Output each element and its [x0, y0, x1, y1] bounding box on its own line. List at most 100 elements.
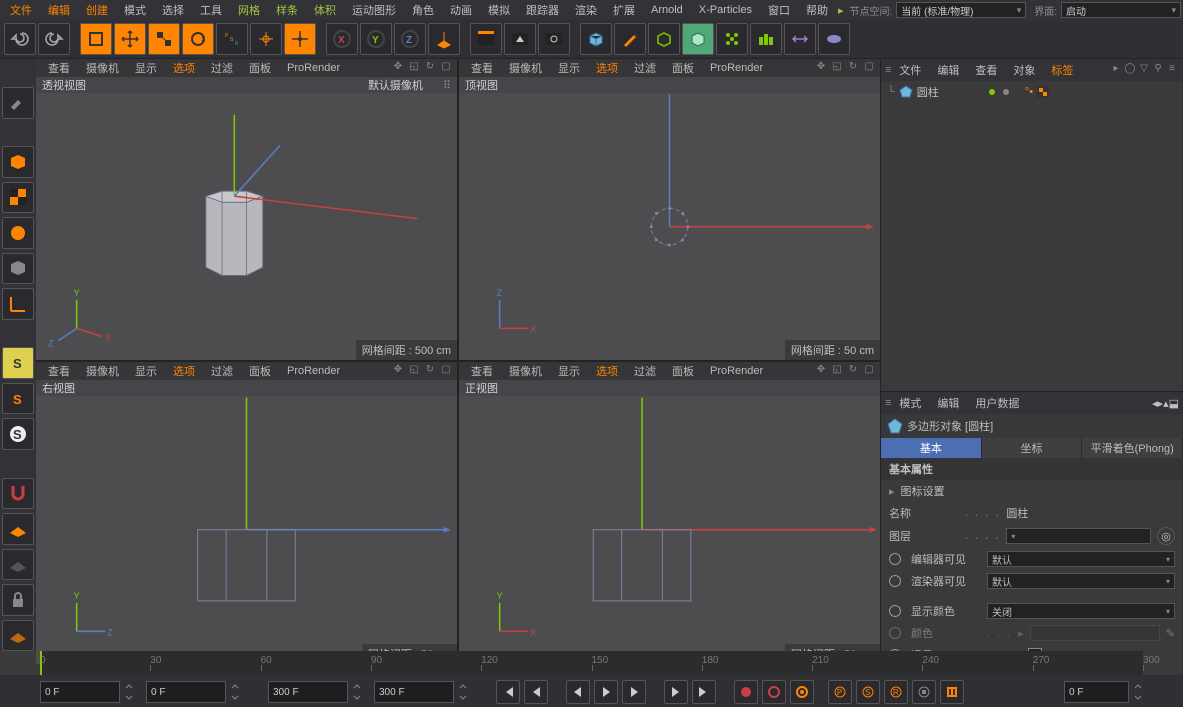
menu-arnold[interactable]: Arnold: [643, 2, 691, 18]
coord-system-button[interactable]: [428, 23, 460, 55]
vp-filter[interactable]: 过滤: [203, 58, 241, 78]
workplane-mode-button[interactable]: [2, 217, 34, 249]
vis-editor-icon[interactable]: [987, 87, 997, 97]
attr-icon-settings[interactable]: ▸图标设置: [881, 480, 1183, 502]
select-tool[interactable]: [80, 23, 112, 55]
step-back-button[interactable]: [566, 680, 590, 704]
am-mode[interactable]: 模式: [891, 393, 929, 413]
vp0-opts-icon[interactable]: ⠿: [443, 79, 451, 92]
vp-options[interactable]: 选项: [165, 58, 203, 78]
record-button[interactable]: [734, 680, 758, 704]
key-param-button[interactable]: [912, 680, 936, 704]
phong-tag-icon[interactable]: [1037, 86, 1049, 98]
scale-tool[interactable]: [148, 23, 180, 55]
menu-spline[interactable]: 样条: [268, 0, 306, 20]
prev-key-button[interactable]: [524, 680, 548, 704]
menu-window[interactable]: 窗口: [760, 0, 798, 20]
goto-start-button[interactable]: [496, 680, 520, 704]
op-view[interactable]: 查看: [967, 60, 1005, 80]
workplane-button[interactable]: [2, 513, 34, 545]
object-tree[interactable]: └ 圆柱 °•: [881, 81, 1183, 392]
end2-frame-field[interactable]: 300 F: [374, 681, 454, 703]
cloner-button[interactable]: [716, 23, 748, 55]
render-picture-button[interactable]: [504, 23, 536, 55]
rotate-tool[interactable]: [182, 23, 214, 55]
workplane2-button[interactable]: [2, 549, 34, 581]
vp-view[interactable]: 查看: [40, 58, 78, 78]
axis-mode-button[interactable]: [2, 288, 34, 320]
menu-tools[interactable]: 工具: [192, 0, 230, 20]
menu-xparticles[interactable]: X-Particles: [691, 2, 760, 18]
play-button[interactable]: [594, 680, 618, 704]
attr-layer-field[interactable]: [1006, 528, 1151, 544]
vp-max-icon[interactable]: ▢: [439, 61, 453, 75]
node-space-select[interactable]: 当前 (标准/物理): [896, 2, 1026, 18]
next-key-button[interactable]: [664, 680, 688, 704]
am-userdata[interactable]: 用户数据: [967, 393, 1027, 413]
vp-display[interactable]: 显示: [127, 58, 165, 78]
vis-render-icon[interactable]: [1001, 87, 1011, 97]
attr-tab-phong[interactable]: 平滑着色(Phong): [1082, 438, 1183, 458]
deformer-button[interactable]: [750, 23, 782, 55]
op-edit[interactable]: 编辑: [929, 60, 967, 80]
key-pla-button[interactable]: [940, 680, 964, 704]
timeline-ruler[interactable]: 0306090120150180210240270300: [40, 651, 1143, 675]
axis-y-button[interactable]: Y: [360, 23, 392, 55]
op-tags[interactable]: 标签: [1043, 60, 1081, 80]
end-frame-field[interactable]: 300 F: [268, 681, 348, 703]
radio-icon[interactable]: [889, 575, 901, 587]
vp-rotate-icon[interactable]: ↻: [423, 61, 437, 75]
eyedropper-icon[interactable]: ✎: [1166, 627, 1175, 640]
stepper-icon[interactable]: [230, 682, 240, 702]
key-pos-button[interactable]: P: [828, 680, 852, 704]
current-frame-field[interactable]: 0 F: [146, 681, 226, 703]
keyframe-sel-button[interactable]: [790, 680, 814, 704]
vp2-canvas[interactable]: YZ 网格间距 : 50 cm: [36, 396, 457, 663]
stepper-icon[interactable]: [458, 682, 468, 702]
polygon-mode-button[interactable]: S: [2, 418, 34, 450]
snap-settings-button[interactable]: [2, 620, 34, 652]
play-button-icon[interactable]: ▸: [836, 4, 846, 17]
undo-button[interactable]: [4, 23, 36, 55]
menu-tracker[interactable]: 跟踪器: [518, 0, 567, 20]
eye-icon[interactable]: ◯: [1123, 63, 1137, 77]
stepper-icon[interactable]: [352, 682, 362, 702]
vp3-canvas[interactable]: YX 网格间距 : 50 cm: [459, 396, 880, 663]
stepper-icon[interactable]: [1133, 682, 1143, 702]
axis-center-tool[interactable]: [284, 23, 316, 55]
attr-tab-coord[interactable]: 坐标: [982, 438, 1083, 458]
attr-vise-select[interactable]: 默认: [987, 551, 1175, 567]
menu-volume[interactable]: 体积: [306, 0, 344, 20]
magnet-button[interactable]: [2, 478, 34, 510]
point-mode-button[interactable]: S: [2, 347, 34, 379]
op-object[interactable]: 对象: [1005, 60, 1043, 80]
bend-button[interactable]: [818, 23, 850, 55]
filter-icon[interactable]: ▽: [1137, 63, 1151, 77]
menu-create[interactable]: 创建: [78, 0, 116, 20]
model-mode-button[interactable]: [2, 146, 34, 178]
start-frame-field[interactable]: 0 F: [40, 681, 120, 703]
menu-animate[interactable]: 动画: [442, 0, 480, 20]
vp0-canvas[interactable]: Y X Z 网格间距 : 500 cm: [36, 93, 457, 360]
menu-edit[interactable]: 编辑: [40, 0, 78, 20]
lock-button[interactable]: [2, 584, 34, 616]
arrow-icon[interactable]: ▸: [1109, 63, 1123, 77]
make-editable-button[interactable]: [2, 87, 34, 119]
camera-light-button[interactable]: [784, 23, 816, 55]
vp-prorender[interactable]: ProRender: [279, 60, 348, 76]
menu-mode[interactable]: 模式: [116, 0, 154, 20]
attr-visr-select[interactable]: 默认: [987, 573, 1175, 589]
menu-select[interactable]: 选择: [154, 0, 192, 20]
menu-file[interactable]: 文件: [2, 0, 40, 20]
radio-icon[interactable]: [889, 553, 901, 565]
attr-tab-basic[interactable]: 基本: [881, 438, 982, 458]
op-file[interactable]: 文件: [891, 60, 929, 80]
texture-mode-button[interactable]: [2, 182, 34, 214]
menu-plugins[interactable]: 扩展: [605, 0, 643, 20]
last-tool[interactable]: [250, 23, 282, 55]
volume-cube-button[interactable]: [648, 23, 680, 55]
vp-move-icon[interactable]: ✥: [391, 61, 405, 75]
radio-icon[interactable]: [889, 605, 901, 617]
vp-zoom-icon[interactable]: ◱: [407, 61, 421, 75]
key-scale-button[interactable]: S: [856, 680, 880, 704]
